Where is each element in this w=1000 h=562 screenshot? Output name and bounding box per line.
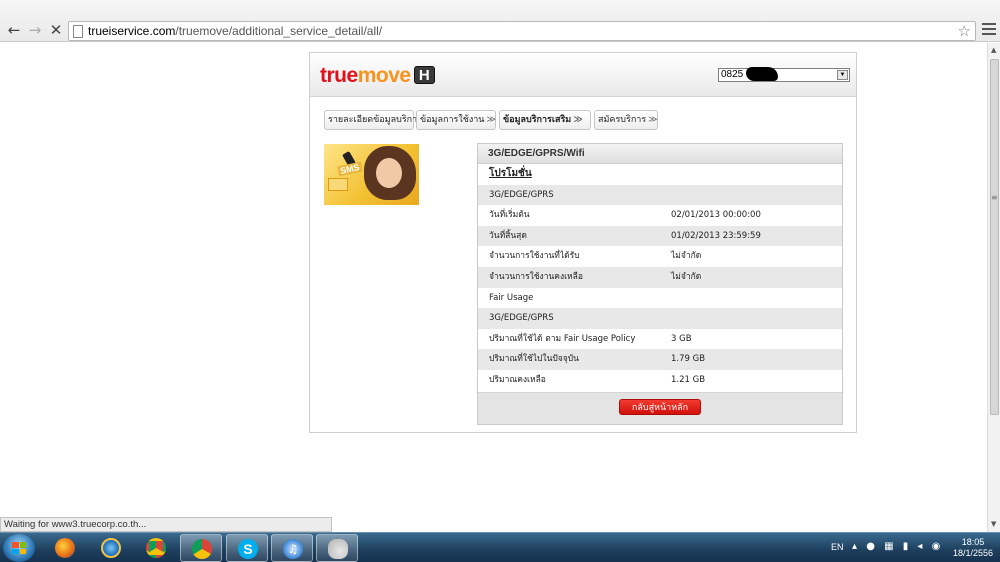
detail-row: ปริมาณที่ใช้ได้ ตาม Fair Usage Policy 3 G…	[478, 329, 842, 350]
dropdown-arrow-icon[interactable]: ▼	[837, 70, 848, 80]
row-value: 01/02/2013 23:59:59	[671, 230, 761, 241]
clock-time: 18:05	[961, 537, 985, 547]
promo-banner-image[interactable]: SMS	[324, 144, 419, 205]
phone-number-value: 0825	[721, 69, 744, 80]
row-value: ไม่จำกัด	[671, 271, 702, 282]
row-value: 1.21 GB	[671, 374, 706, 385]
row-label: วันที่เริ่มต้น	[489, 210, 530, 221]
detail-row: ปริมาณคงเหลือ 1.21 GB	[478, 370, 842, 391]
back-to-home-button[interactable]: กลับสู่หน้าหลัก	[619, 399, 701, 415]
row-value: 1.79 GB	[671, 354, 706, 365]
skype-icon: S	[238, 539, 258, 559]
system-tray-icons[interactable]: ▴ ● ▦ ▮ ◂ ◉	[852, 541, 943, 552]
status-bubble: Waiting for www3.truecorp.co.th...	[0, 517, 332, 532]
chevron-down-icon: ≫	[648, 115, 658, 125]
clock-date: 18/1/2556	[952, 548, 994, 558]
tab-additional-services[interactable]: ข้อมูลบริการเสริม ≫	[499, 110, 591, 130]
itunes-taskbar-icon[interactable]: ♫	[271, 534, 313, 562]
ie-taskbar-icon[interactable]	[90, 534, 132, 562]
service-panel: truemove H 0825 ▼ รายละเอียดข้อมูลบริการ …	[309, 52, 857, 433]
logo-true-text: true	[320, 64, 358, 87]
page-icon	[73, 25, 83, 38]
row-label: ปริมาณที่ใช้ได้ ตาม Fair Usage Policy	[489, 333, 636, 344]
row-label: ปริมาณที่ใช้ไปในปัจจุบัน	[489, 354, 579, 365]
chrome-menu-icon[interactable]	[982, 23, 996, 38]
skype-taskbar-icon[interactable]: S	[226, 534, 268, 562]
system-clock[interactable]: 18:05 18/1/2556	[950, 537, 996, 559]
vertical-scrollbar[interactable]: ▲ ≡ ▼	[987, 43, 1000, 532]
phone-number-select[interactable]: 0825 ▼	[718, 67, 850, 82]
bookmark-star-icon[interactable]: ☆	[958, 22, 971, 40]
detail-row: จำนวนการใช้งานที่ได้รับ ไม่จำกัด	[478, 246, 842, 267]
windows-taskbar: S ♫ EN ▴ ● ▦ ▮ ◂ ◉ 18:05 18/1/2556	[0, 532, 1000, 562]
detail-row: วันที่เริ่มต้น 02/01/2013 00:00:00	[478, 205, 842, 226]
chevron-down-icon: ≫	[573, 115, 583, 125]
detail-row: วันที่สิ้นสุด 01/02/2013 23:59:59	[478, 225, 842, 247]
tab-label: รายละเอียดข้อมูลบริการ	[328, 115, 422, 125]
detail-footer: กลับสู่หน้าหลัก	[478, 392, 842, 424]
tab-label: ข้อมูลการใช้งาน	[420, 115, 485, 125]
promo-model-face	[376, 158, 402, 188]
chrome-active-taskbar-icon[interactable]	[180, 534, 222, 562]
tab-label: ข้อมูลบริการเสริม	[503, 115, 572, 125]
row-value: 3 GB	[671, 333, 692, 344]
row-label: จำนวนการใช้งานคงเหลือ	[489, 271, 583, 282]
windows-logo-icon	[12, 542, 26, 554]
detail-row: จำนวนการใช้งานคงเหลือ ไม่จำกัด	[478, 266, 842, 288]
panel-header: truemove H 0825 ▼	[310, 53, 856, 97]
row-label: โปรโมชั่น	[489, 168, 532, 179]
start-button[interactable]	[3, 534, 35, 562]
row-value: 02/01/2013 00:00:00	[671, 210, 761, 221]
firefox-icon	[55, 538, 75, 558]
tab-subscribe[interactable]: สมัครบริการ ≫	[594, 110, 658, 130]
chevron-down-icon: ≫	[486, 115, 496, 125]
tab-label: สมัครบริการ	[598, 115, 647, 125]
promotion-heading-row: โปรโมชั่น	[478, 164, 842, 185]
row-value: ไม่จำกัด	[671, 251, 702, 262]
address-bar[interactable]: trueiservice.com/truemove/additional_ser…	[68, 21, 976, 41]
browser-toolbar: ← → ✕ trueiservice.com/truemove/addition…	[0, 0, 1000, 42]
language-indicator[interactable]: EN	[831, 542, 844, 552]
detail-title: 3G/EDGE/GPRS/Wifi	[478, 144, 842, 164]
forward-arrow-icon[interactable]: →	[27, 22, 43, 38]
firefox-taskbar-icon[interactable]	[44, 534, 86, 562]
scroll-down-arrow-icon[interactable]: ▼	[991, 520, 996, 528]
detail-row: Fair Usage	[478, 288, 842, 309]
row-label: 3G/EDGE/GPRS	[489, 313, 554, 324]
tab-usage-info[interactable]: ข้อมูลการใช้งาน ≫	[416, 110, 496, 130]
scroll-up-arrow-icon[interactable]: ▲	[991, 46, 996, 54]
row-label: วันที่สิ้นสุด	[489, 230, 527, 241]
scrollbar-thumb[interactable]	[990, 59, 999, 415]
redaction-mark	[746, 67, 778, 81]
chrome-taskbar-icon[interactable]	[135, 534, 177, 562]
address-url[interactable]: trueiservice.com/truemove/additional_ser…	[88, 24, 382, 38]
service-detail-box: 3G/EDGE/GPRS/Wifi โปรโมชั่น 3G/EDGE/GPRS ว…	[477, 143, 843, 425]
truemove-h-logo[interactable]: truemove H	[320, 64, 435, 88]
chrome-icon	[146, 538, 166, 558]
row-label: จำนวนการใช้งานที่ได้รับ	[489, 251, 580, 262]
tab-service-details[interactable]: รายละเอียดข้อมูลบริการ	[324, 110, 422, 130]
row-label: Fair Usage	[489, 292, 534, 303]
internet-explorer-icon	[101, 538, 121, 558]
logo-move-text: move	[357, 64, 411, 87]
logo-h-badge: H	[413, 66, 435, 84]
scroll-grip-icon: ≡	[991, 193, 998, 202]
url-path: /truemove/additional_service_detail/all/	[175, 24, 383, 38]
row-label: 3G/EDGE/GPRS	[489, 189, 554, 200]
paint-palette-icon	[328, 539, 348, 559]
web-page: truemove H 0825 ▼ รายละเอียดข้อมูลบริการ …	[0, 43, 987, 532]
url-host: trueiservice.com	[88, 24, 176, 38]
stop-loading-icon[interactable]: ✕	[48, 22, 64, 38]
detail-row: ปริมาณที่ใช้ไปในปัจจุบัน 1.79 GB	[478, 349, 842, 370]
detail-rows: โปรโมชั่น 3G/EDGE/GPRS วันที่เริ่มต้น 02/01…	[478, 164, 842, 391]
envelope-icon	[328, 178, 348, 191]
detail-row: 3G/EDGE/GPRS	[478, 308, 842, 329]
chrome-icon	[192, 539, 212, 559]
paint-taskbar-icon[interactable]	[316, 534, 358, 562]
itunes-icon: ♫	[283, 539, 303, 559]
back-arrow-icon[interactable]: ←	[6, 22, 22, 38]
row-label: ปริมาณคงเหลือ	[489, 374, 546, 385]
detail-row: 3G/EDGE/GPRS	[478, 184, 842, 206]
